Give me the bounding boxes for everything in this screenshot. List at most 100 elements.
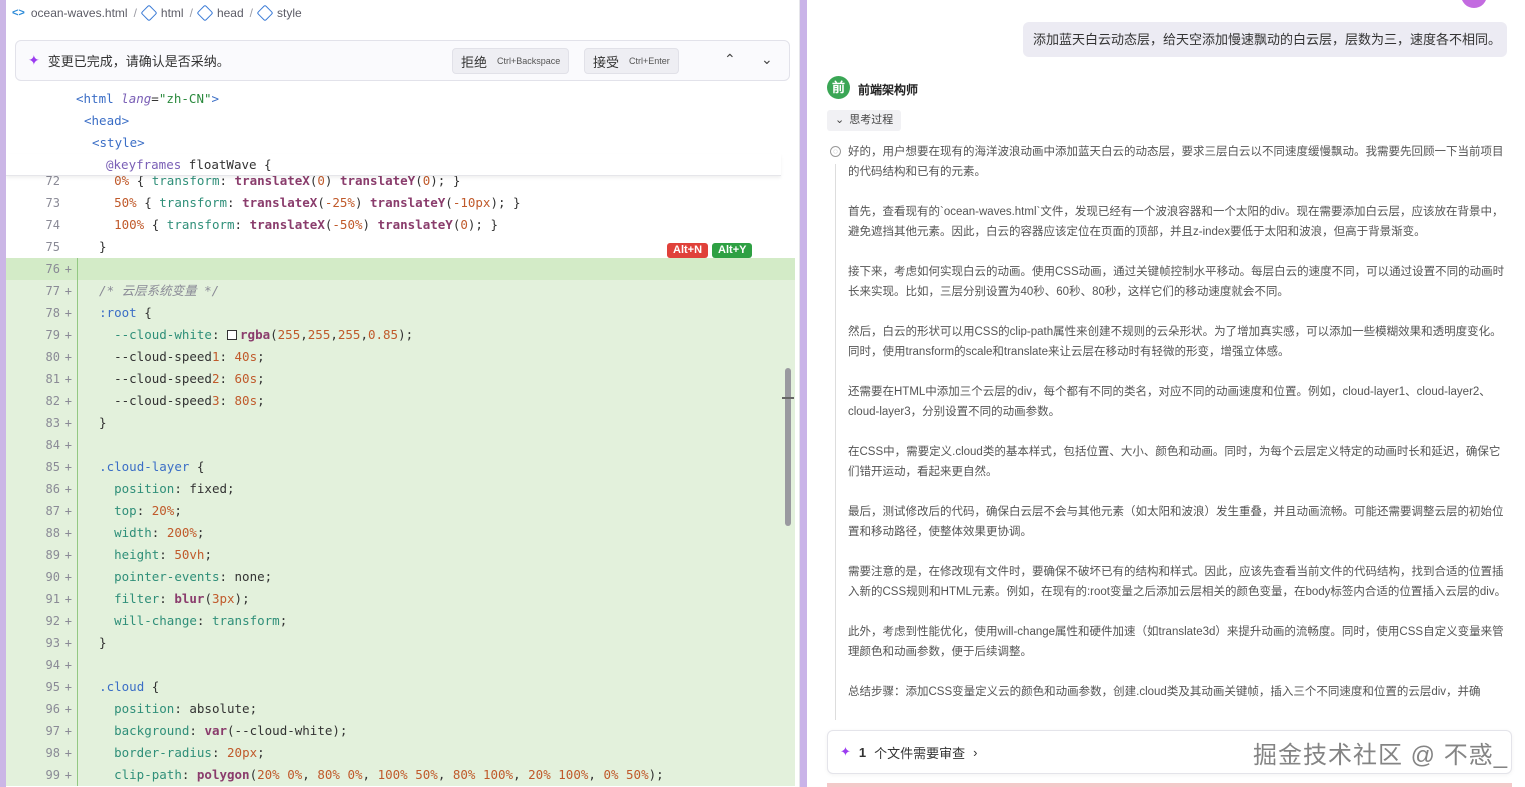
chevron-down-icon[interactable]: ⌄: [761, 51, 773, 68]
pane-divider[interactable]: [800, 0, 807, 787]
code-line[interactable]: 87 + top: 20%;: [6, 500, 795, 522]
chevron-right-icon: ›: [973, 744, 978, 760]
accept-hunk-button[interactable]: Alt+Y: [712, 243, 753, 258]
code-line[interactable]: 96 + position: absolute;: [6, 698, 795, 720]
added-line-marker: +: [64, 328, 72, 342]
diff-bar: [77, 742, 78, 764]
code-text: pointer-events: none;: [114, 569, 273, 584]
code-line[interactable]: 97 + background: var(--cloud-white);: [6, 720, 795, 742]
reject-button[interactable]: 拒绝 Ctrl+Backspace: [452, 48, 570, 74]
diff-bar: [77, 676, 78, 698]
code-line[interactable]: 78 + :root {: [6, 302, 795, 324]
line-number-gutter: 90 +: [6, 566, 76, 588]
color-swatch-icon[interactable]: [227, 330, 238, 340]
code-line[interactable]: 95 + .cloud {: [6, 676, 795, 698]
diff-bar: [77, 654, 78, 676]
line-number-gutter: 83 +: [6, 412, 76, 434]
code-line[interactable]: 86 + position: fixed;: [6, 478, 795, 500]
code-line[interactable]: 89 + height: 50vh;: [6, 544, 795, 566]
sticky-scope-line[interactable]: <style>: [6, 132, 781, 154]
sticky-scope-line[interactable]: @keyframes floatWave {: [6, 154, 781, 176]
review-file-count: 1: [858, 744, 867, 760]
added-line-marker: +: [64, 746, 72, 760]
code-line[interactable]: 83 + }: [6, 412, 795, 434]
diff-bar: [77, 258, 78, 280]
added-line-marker: +: [64, 570, 72, 584]
breadcrumb-item-html[interactable]: html: [161, 6, 184, 20]
line-number: 82: [45, 394, 60, 408]
chevron-up-icon[interactable]: ⌃: [724, 51, 736, 68]
code-line[interactable]: 85 + .cloud-layer {: [6, 456, 795, 478]
code-line[interactable]: 99 + clip-path: polygon(20% 0%, 80% 0%, 1…: [6, 764, 795, 786]
sticky-scope-line[interactable]: <html lang="zh-CN">: [6, 88, 781, 110]
code-line[interactable]: 74 100% { transform: translateX(-50%) tr…: [6, 214, 795, 236]
chat-pane: 添加蓝天白云动态层，给天空添加慢速飘动的白云层，层数为三，速度各不相同。 前 前…: [807, 0, 1525, 787]
line-number-gutter: 74: [6, 214, 76, 236]
code-line[interactable]: 76 +: [6, 258, 795, 280]
code-line[interactable]: 79 + --cloud-white: rgba(255,255,255,0.85…: [6, 324, 795, 346]
chevron-down-icon: ⌄: [835, 114, 845, 126]
line-number-gutter: 80 +: [6, 346, 76, 368]
editor-scrollbar-thumb[interactable]: [785, 368, 791, 526]
added-line-marker: +: [64, 394, 72, 408]
added-line-marker: +: [64, 702, 72, 716]
code-editor[interactable]: 99 + clip-path: polygon(20% 0%, 80% 0%, 1…: [6, 88, 795, 787]
code-line[interactable]: 91 + filter: blur(3px);: [6, 588, 795, 610]
diff-bar: [77, 522, 78, 544]
code-line[interactable]: 88 + width: 200%;: [6, 522, 795, 544]
review-file-label: 个文件需要审查: [874, 745, 966, 761]
added-line-marker: +: [64, 482, 72, 496]
code-line[interactable]: 82 + --cloud-speed3: 80s;: [6, 390, 795, 412]
reject-label: 拒绝: [461, 54, 488, 70]
sticky-scope-line[interactable]: <head>: [6, 110, 781, 132]
code-line[interactable]: 84 +: [6, 434, 795, 456]
watermark: 掘金技术社区 @ 不惑_: [1253, 742, 1509, 769]
diff-bar: [77, 390, 78, 412]
breadcrumb-separator: /: [189, 6, 193, 20]
line-number-gutter: 76 +: [6, 258, 76, 280]
line-number-gutter: 78 +: [6, 302, 76, 324]
code-line[interactable]: 92 + will-change: transform;: [6, 610, 795, 632]
code-text: --cloud-speed1: 40s;: [84, 349, 265, 364]
line-number: 99: [45, 768, 60, 782]
line-number-gutter: 85 +: [6, 456, 76, 478]
line-number: 84: [45, 438, 60, 452]
breadcrumb-item-style[interactable]: style: [277, 6, 302, 20]
code-line[interactable]: 93 + }: [6, 632, 795, 654]
line-number: 89: [45, 548, 60, 562]
inline-diff-actions: Alt+N Alt+Y: [667, 243, 753, 258]
code-line[interactable]: 80 + --cloud-speed1: 40s;: [6, 346, 795, 368]
line-number: 78: [45, 306, 60, 320]
code-line[interactable]: 94 +: [6, 654, 795, 676]
line-number-gutter: 79 +: [6, 324, 76, 346]
line-number-gutter: 96 +: [6, 698, 76, 720]
scrollbar-position-marker: [782, 397, 794, 399]
agent-name: 前端架构师: [858, 83, 919, 97]
diff-bar: [77, 346, 78, 368]
breadcrumb-item-head[interactable]: head: [217, 6, 244, 20]
code-line[interactable]: 98 + border-radius: 20px;: [6, 742, 795, 764]
accept-button[interactable]: 接受 Ctrl+Enter: [584, 48, 679, 74]
line-number-gutter: 94 +: [6, 654, 76, 676]
code-line[interactable]: 90 + pointer-events: none;: [6, 566, 795, 588]
thinking-toggle[interactable]: ⌄ 思考过程: [827, 110, 902, 131]
code-line[interactable]: 81 + --cloud-speed2: 60s;: [6, 368, 795, 390]
diff-bar: [77, 610, 78, 632]
line-number: 85: [45, 460, 60, 474]
diff-bar: [77, 368, 78, 390]
added-line-marker: +: [64, 680, 72, 694]
review-message: 变更已完成，请确认是否采纳。: [47, 54, 230, 69]
line-number: 97: [45, 724, 60, 738]
diff-bar: [77, 500, 78, 522]
code-line[interactable]: 73 50% { transform: translateX(-25%) tra…: [6, 192, 795, 214]
line-number: 75: [45, 240, 60, 254]
breadcrumb-item-file[interactable]: ocean-waves.html: [31, 6, 128, 20]
code-line[interactable]: 77 + /* 云层系统变量 */: [6, 280, 795, 302]
accept-label: 接受: [593, 54, 620, 70]
line-number: 79: [45, 328, 60, 342]
diff-bar: [77, 632, 78, 654]
code-text: clip-path: polygon(20% 0%, 80% 0%, 100% …: [114, 767, 664, 782]
reject-hunk-button[interactable]: Alt+N: [667, 243, 709, 258]
line-number: 94: [45, 658, 60, 672]
thinking-paragraph: 需要注意的是，在修改现有文件时，要确保不破坏已有的结构和样式。因此，应该先查看当…: [848, 566, 1507, 598]
